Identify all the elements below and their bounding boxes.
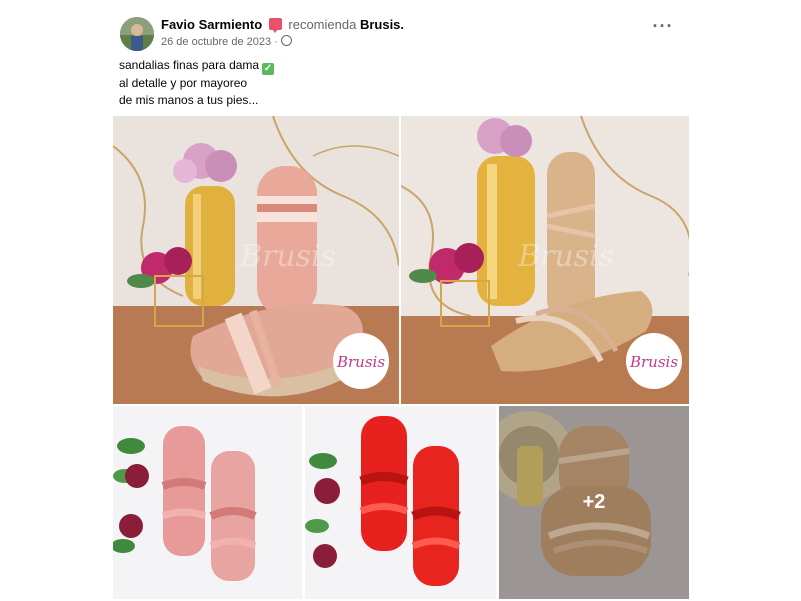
post-date: 26 de octubre de 2023 · (161, 35, 292, 48)
gallery-photo-2[interactable]: Brusis Brusis (401, 116, 689, 404)
brusis-logo-2: Brusis (629, 353, 678, 371)
caption-line: al detalle y por mayoreo (119, 76, 248, 90)
more-photos-overlay[interactable]: +2 (499, 406, 689, 599)
post-caption: sandalias finas para dama ✓ al detalle y … (119, 57, 275, 109)
author-line: Favio Sarmiento recomienda Brusis. (161, 17, 404, 33)
post-date-text[interactable]: 26 de octubre de 2023 · (161, 36, 278, 48)
more-options-button[interactable]: ··· (650, 17, 676, 38)
recommends-text: recomienda (288, 17, 357, 32)
gallery-photo-3[interactable] (113, 406, 302, 599)
brusis-logo-1: Brusis (336, 353, 385, 371)
gallery-photo-1[interactable]: Brusis Brusis (113, 116, 399, 404)
gallery-photo-5[interactable]: +2 (499, 406, 689, 599)
watermark-2: Brusis (517, 239, 614, 274)
check-mark-icon: ✓ (262, 63, 275, 75)
recommend-icon (268, 18, 282, 33)
globe-icon (280, 35, 292, 46)
author-name[interactable]: Favio Sarmiento (161, 17, 262, 32)
gallery-photo-4[interactable] (305, 406, 496, 599)
watermark-1: Brusis (239, 239, 336, 274)
author-avatar[interactable] (120, 17, 154, 51)
photo-gallery: Brusis Brusis Brusis Brusis +2 (113, 116, 689, 599)
page-name[interactable]: Brusis. (360, 17, 404, 32)
caption-line: sandalias finas para dama ✓ (119, 58, 275, 75)
facebook-post: Favio Sarmiento recomienda Brusis. 26 de… (0, 0, 801, 601)
caption-line: de mis manos a tus pies... (119, 93, 259, 107)
